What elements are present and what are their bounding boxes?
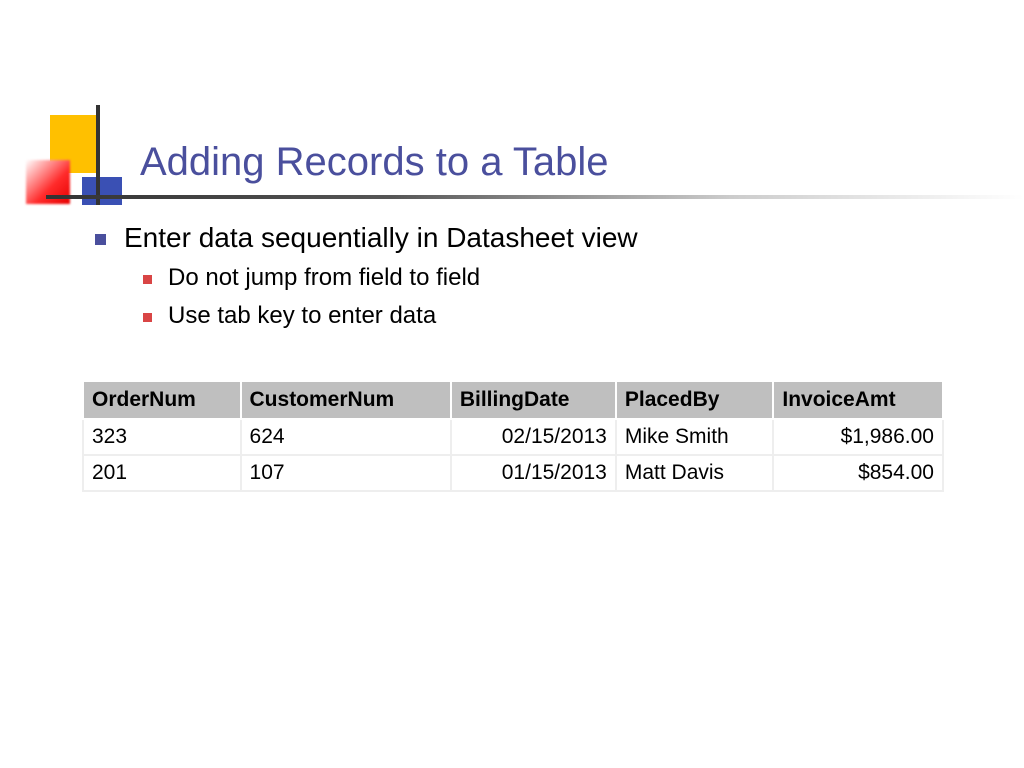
- cell-billingdate: 01/15/2013: [451, 455, 616, 491]
- cell-ordernum: 201: [83, 455, 241, 491]
- cell-customernum: 107: [241, 455, 451, 491]
- table-row: 201 107 01/15/2013 Matt Davis $854.00: [83, 455, 943, 491]
- cell-invoiceamt: $854.00: [773, 455, 943, 491]
- slide-corner-decoration: [20, 105, 140, 205]
- bullet-square-icon: [95, 234, 106, 245]
- cell-invoiceamt: $1,986.00: [773, 419, 943, 455]
- col-ordernum: OrderNum: [83, 381, 241, 419]
- col-customernum: CustomerNum: [241, 381, 451, 419]
- bullet-square-icon: [143, 275, 152, 284]
- cell-customernum: 624: [241, 419, 451, 455]
- table-row: 323 624 02/15/2013 Mike Smith $1,986.00: [83, 419, 943, 455]
- cell-billingdate: 02/15/2013: [451, 419, 616, 455]
- data-table: OrderNum CustomerNum BillingDate PlacedB…: [82, 380, 944, 492]
- col-invoiceamt: InvoiceAmt: [773, 381, 943, 419]
- col-billingdate: BillingDate: [451, 381, 616, 419]
- bullet-level1: Enter data sequentially in Datasheet vie…: [95, 222, 984, 254]
- bullet-text: Do not jump from field to field: [168, 264, 480, 292]
- table-header-row: OrderNum CustomerNum BillingDate PlacedB…: [83, 381, 943, 419]
- col-placedby: PlacedBy: [616, 381, 774, 419]
- cell-placedby: Mike Smith: [616, 419, 774, 455]
- cell-ordernum: 323: [83, 419, 241, 455]
- bullet-text: Enter data sequentially in Datasheet vie…: [124, 222, 638, 254]
- slide-title: Adding Records to a Table: [140, 140, 608, 185]
- horizontal-rule: [46, 195, 1024, 199]
- cell-placedby: Matt Davis: [616, 455, 774, 491]
- bullet-level2: Use tab key to enter data: [143, 302, 984, 330]
- bullet-square-icon: [143, 313, 152, 322]
- slide-body: Enter data sequentially in Datasheet vie…: [95, 222, 984, 340]
- bullet-text: Use tab key to enter data: [168, 302, 436, 330]
- bullet-level2: Do not jump from field to field: [143, 264, 984, 292]
